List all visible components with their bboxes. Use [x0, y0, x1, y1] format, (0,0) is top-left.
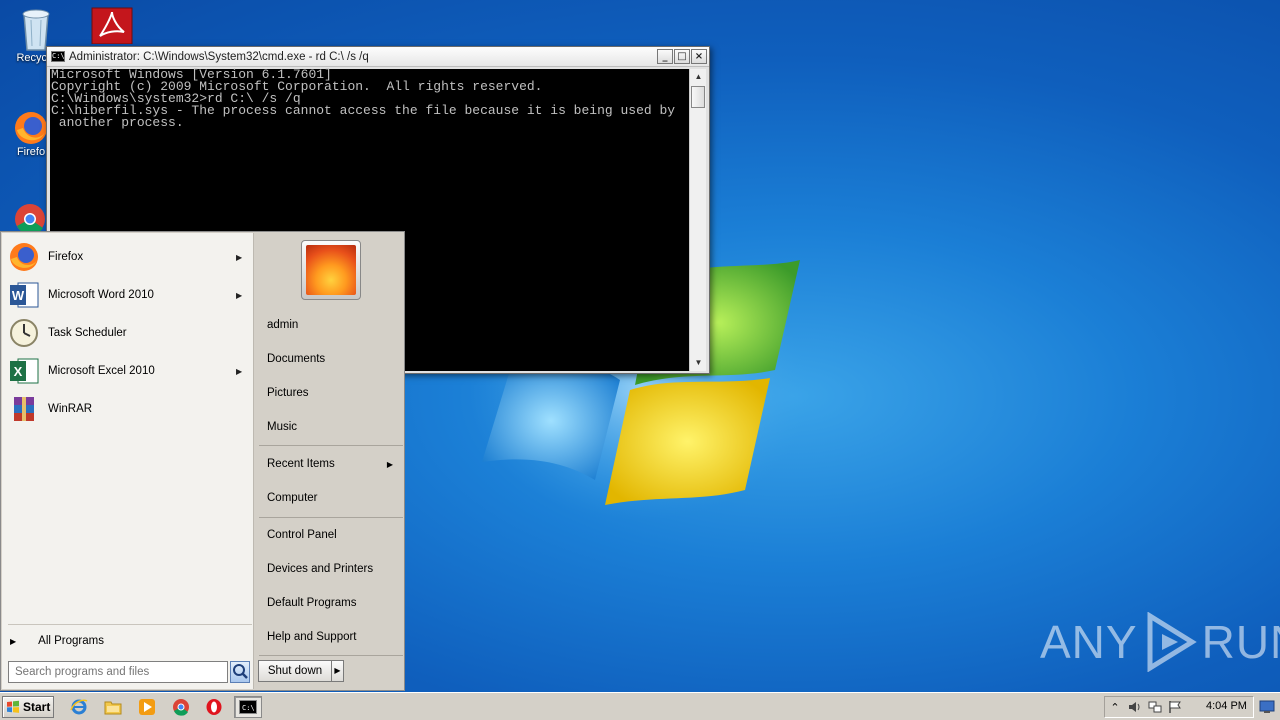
- program-excel[interactable]: X Microsoft Excel 2010 ▶: [8, 353, 252, 389]
- menu-item-control-panel[interactable]: Control Panel: [263, 524, 401, 546]
- program-label: Microsoft Word 2010: [48, 289, 154, 301]
- show-desktop-button[interactable]: [1258, 697, 1276, 717]
- program-winrar[interactable]: WinRAR: [8, 391, 252, 427]
- scroll-up-arrow-icon[interactable]: ▲: [690, 69, 707, 85]
- svg-text:W: W: [12, 288, 25, 303]
- play-triangle-icon: [1147, 612, 1197, 672]
- program-firefox[interactable]: Firefox ▶: [8, 239, 252, 275]
- explorer-icon: [104, 701, 122, 715]
- search-button[interactable]: [230, 661, 250, 683]
- scroll-thumb[interactable]: [691, 86, 705, 108]
- start-button[interactable]: Start: [2, 696, 54, 718]
- program-task-scheduler[interactable]: Task Scheduler: [8, 315, 252, 351]
- recent-items-label: Recent Items: [267, 458, 335, 470]
- chrome-icon: [173, 699, 189, 716]
- watermark-left: ANY: [1040, 616, 1138, 668]
- firefox-icon: [15, 112, 47, 144]
- divider: [8, 624, 252, 625]
- menu-item-admin[interactable]: admin: [263, 314, 401, 336]
- action-center-flag-icon[interactable]: [1165, 698, 1185, 716]
- menu-item-recent-items[interactable]: Recent Items ▶: [263, 453, 401, 475]
- program-label: Microsoft Excel 2010: [48, 365, 155, 377]
- cmd-titlebar[interactable]: C:\ Administrator: C:\Windows\System32\c…: [47, 47, 709, 67]
- volume-icon[interactable]: [1125, 698, 1145, 716]
- menu-item-computer[interactable]: Computer: [263, 487, 401, 509]
- acrobat-icon: [91, 7, 133, 44]
- expand-arrow-icon: ▶: [10, 636, 17, 646]
- menu-item-default-programs[interactable]: Default Programs: [263, 592, 401, 614]
- menu-item-music[interactable]: Music: [263, 416, 401, 438]
- search-icon: [233, 664, 248, 679]
- start-menu-programs-pane: Firefox ▶ W Microsoft Word 2010 ▶ Task S…: [2, 233, 254, 689]
- excel-icon: X: [10, 358, 39, 384]
- taskbar-ie[interactable]: [68, 697, 90, 717]
- taskbar: Start C:\ ⌃ 4:04 PM: [0, 692, 1280, 720]
- show-desktop-icon: [1259, 700, 1275, 713]
- shutdown-button[interactable]: Shut down: [258, 660, 332, 682]
- program-label: Firefox: [48, 251, 84, 263]
- show-hidden-icons-chevron-icon[interactable]: ⌃: [1105, 698, 1125, 716]
- svg-text:X: X: [14, 364, 23, 379]
- divider: [259, 655, 403, 656]
- taskbar-media-player[interactable]: [136, 697, 158, 717]
- divider: [259, 517, 403, 518]
- scroll-down-arrow-icon[interactable]: ▼: [690, 355, 707, 371]
- taskbar-opera[interactable]: [203, 697, 225, 717]
- cmd-scrollbar[interactable]: ▲ ▼: [689, 69, 706, 371]
- submenu-arrow-icon: ▶: [236, 252, 243, 262]
- taskbar-chrome[interactable]: [170, 697, 192, 717]
- window-controls: _ □ ×: [657, 49, 707, 64]
- cmd-title: Administrator: C:\Windows\System32\cmd.e…: [69, 50, 369, 63]
- maximize-button[interactable]: □: [674, 49, 690, 64]
- all-programs-label: All Programs: [38, 635, 104, 647]
- user-avatar-flower-icon: [306, 245, 356, 295]
- firefox-shortcut-label: Firefo: [16, 146, 46, 158]
- opera-icon: [206, 699, 222, 715]
- console-line: another process.: [51, 115, 184, 130]
- shutdown-options-arrow-icon[interactable]: ▶: [332, 660, 344, 682]
- watermark-right: RUN: [1201, 616, 1280, 668]
- ie-icon: [70, 699, 88, 715]
- cmd-window-icon: C:\: [51, 51, 65, 62]
- anyrun-watermark: ANY RUN: [1040, 612, 1280, 672]
- close-button[interactable]: ×: [691, 49, 707, 64]
- menu-item-devices-printers[interactable]: Devices and Printers: [263, 558, 401, 580]
- taskbar-cmd[interactable]: C:\: [234, 696, 262, 718]
- network-icon[interactable]: [1145, 698, 1165, 716]
- user-picture[interactable]: [301, 240, 361, 300]
- program-label: WinRAR: [48, 403, 93, 415]
- menu-item-help-support[interactable]: Help and Support: [263, 626, 401, 648]
- cmd-icon: C:\: [239, 700, 257, 714]
- menu-item-documents[interactable]: Documents: [263, 348, 401, 370]
- menu-item-pictures[interactable]: Pictures: [263, 382, 401, 404]
- program-label: Task Scheduler: [48, 327, 127, 339]
- program-word[interactable]: W Microsoft Word 2010 ▶: [8, 277, 252, 313]
- svg-text:C:\: C:\: [242, 704, 255, 712]
- acrobat-shortcut[interactable]: [88, 6, 136, 44]
- all-programs-button[interactable]: ▶ All Programs: [10, 631, 250, 651]
- taskbar-clock[interactable]: 4:04 PM: [1206, 700, 1247, 712]
- search-input[interactable]: [8, 661, 228, 683]
- start-menu: Firefox ▶ W Microsoft Word 2010 ▶ Task S…: [0, 231, 405, 691]
- media-player-icon: [139, 699, 155, 715]
- winrar-icon: [14, 397, 34, 421]
- windows-flag-icon: [7, 700, 19, 713]
- divider: [259, 445, 403, 446]
- submenu-arrow-icon: ▶: [236, 290, 243, 300]
- taskbar-explorer[interactable]: [102, 697, 124, 717]
- submenu-arrow-icon: ▶: [386, 459, 393, 469]
- word-icon: W: [10, 282, 39, 308]
- task-scheduler-icon: [10, 319, 38, 347]
- minimize-button[interactable]: _: [657, 49, 673, 64]
- submenu-arrow-icon: ▶: [236, 366, 243, 376]
- firefox-icon: [10, 243, 38, 271]
- start-label: Start: [23, 700, 51, 714]
